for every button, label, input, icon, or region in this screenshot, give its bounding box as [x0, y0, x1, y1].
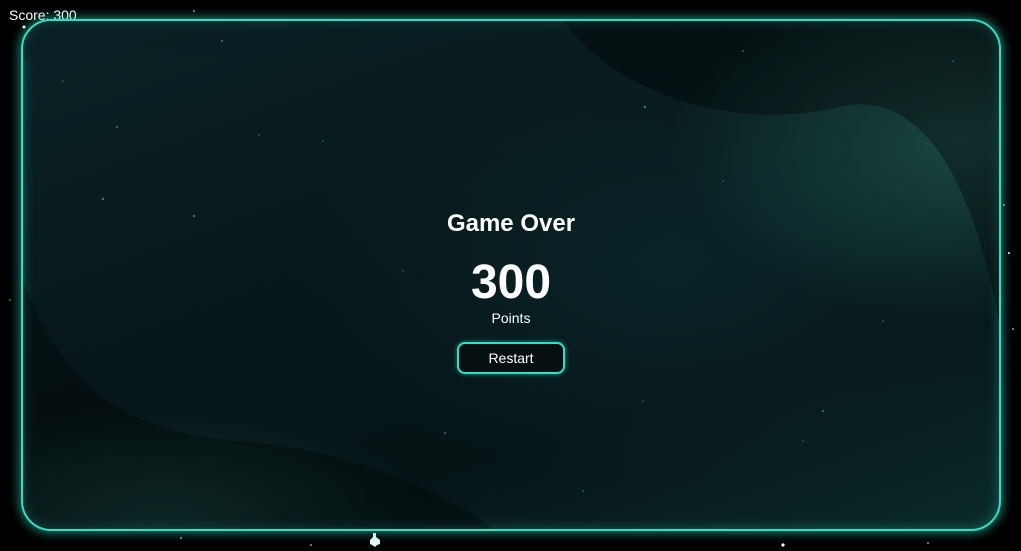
star	[9, 299, 11, 301]
star	[1012, 328, 1014, 330]
star	[180, 537, 182, 539]
final-score: 300	[470, 256, 552, 309]
star	[781, 543, 785, 547]
star	[1003, 204, 1005, 206]
star	[927, 542, 929, 544]
game-over-panel: Game Over 300 Points Restart	[21, 19, 1001, 531]
star	[310, 544, 312, 546]
star	[193, 10, 195, 12]
restart-button[interactable]: Restart	[457, 342, 565, 374]
player-ship-icon	[370, 533, 380, 547]
points-label: Points	[491, 310, 531, 326]
game-over-title: Game Over	[446, 210, 576, 237]
star	[1008, 252, 1010, 254]
game-canvas: Score: 300 Game Over 300 Points Restart	[0, 0, 1021, 551]
game-over-content: Game Over 300 Points Restart	[23, 21, 999, 529]
